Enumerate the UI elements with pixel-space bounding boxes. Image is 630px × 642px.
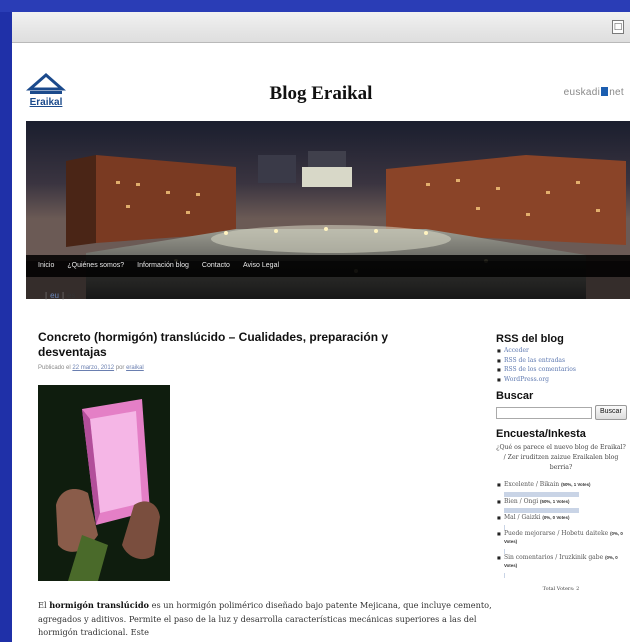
- web-page: Eraikal Blog Eraikal euskadi net Inicio …: [12, 43, 630, 642]
- poll-option-votes: (0%, 0 Votes): [542, 515, 570, 520]
- meta-by: por: [115, 365, 125, 371]
- rss-list: Acceder RSS de las entradas RSS de los c…: [496, 346, 626, 384]
- rss-link-acceder[interactable]: Acceder: [496, 346, 626, 356]
- lang-eu-link[interactable]: eu: [50, 291, 59, 300]
- poll-option-votes: (50%, 1 Votes): [540, 498, 570, 504]
- poll-option: Bien / Ongi (50%, 1 Votes): [496, 497, 626, 513]
- poll-option-label: Bien / Ongi: [504, 497, 539, 505]
- nav-item-informacion-blog[interactable]: Información blog: [137, 255, 189, 277]
- nav-item-inicio[interactable]: Inicio: [38, 255, 54, 277]
- language-switcher: | eu | es: [45, 291, 76, 300]
- nav-item-quienes-somos[interactable]: ¿Quiénes somos?: [67, 255, 124, 277]
- poll-option: Mal / Gaizki (0%, 0 Votes): [496, 514, 626, 530]
- poll-heading: Encuesta/Inkesta: [496, 428, 586, 440]
- poll-option: Sin comentarios / Iruzkinik gabe (0%, 0 …: [496, 554, 626, 578]
- poll-result-bar: [504, 508, 579, 513]
- post-author-link[interactable]: eraikal: [126, 365, 144, 371]
- poll-option-label: Excelente / Bikain: [504, 481, 560, 488]
- post-date-link[interactable]: 22 marzo, 2012: [72, 365, 114, 371]
- page-icon[interactable]: □: [612, 20, 624, 34]
- poll-option-label: Sin comentarios / Iruzkinik gabe: [504, 553, 604, 561]
- euskadinet-logo[interactable]: euskadi net: [564, 87, 624, 98]
- poll-question: ¿Qué os parece el nuevo blog de Eraikal?…: [496, 444, 626, 471]
- body-highlight: hormigón translúcido: [49, 600, 150, 610]
- poll-option-label: Mal / Gaizki: [504, 514, 541, 521]
- partner-left: euskadi: [563, 87, 601, 98]
- post-body: El hormigón translúcido es un hormigón p…: [38, 599, 498, 640]
- poll-option: Puede mejorarse / Hobetu daiteke (0%, 0 …: [496, 530, 626, 554]
- rss-heading: RSS del blog: [496, 333, 564, 345]
- nav-item-contacto[interactable]: Contacto: [202, 255, 230, 277]
- translucent-concrete-photo: [38, 385, 170, 581]
- lang-current[interactable]: es: [67, 291, 75, 300]
- rss-link-comentarios[interactable]: RSS de los comentarios: [496, 365, 626, 375]
- meta-prefix: Publicado el: [38, 365, 71, 371]
- site-title[interactable]: Blog Eraikal: [12, 83, 630, 105]
- rss-link-entradas[interactable]: RSS de las entradas: [496, 356, 626, 366]
- window-frame: [0, 0, 630, 12]
- rss-link-wordpress[interactable]: WordPress.org: [496, 375, 626, 385]
- search-form: Buscar: [496, 405, 627, 420]
- poll-result-bar: [504, 491, 579, 497]
- post-title[interactable]: Concreto (hormigón) translúcido – Cualid…: [38, 330, 432, 360]
- nav-item-aviso-legal[interactable]: Aviso Legal: [243, 255, 279, 277]
- search-heading: Buscar: [496, 390, 534, 402]
- main-nav: Inicio ¿Quiénes somos? Información blog …: [26, 255, 630, 277]
- square-icon: [601, 87, 609, 96]
- poll-result-bar: [504, 572, 505, 578]
- browser-toolbar: □: [12, 12, 630, 43]
- poll-option: Excelente / Bikain (50%, 1 Votes): [496, 481, 626, 497]
- search-button[interactable]: Buscar: [595, 405, 627, 420]
- sidebar: RSS del blog Acceder RSS de las entradas…: [496, 333, 627, 592]
- post-meta: Publicado el 22 marzo, 2012 por eraikal: [38, 365, 144, 371]
- poll-total-voters: Total Voters: 2: [542, 585, 580, 592]
- partner-right: net: [609, 87, 624, 98]
- poll-option-votes: (50%, 1 Votes): [561, 482, 591, 487]
- poll-option-label: Puede mejorarse / Hobetu daiteke: [504, 529, 609, 537]
- body-intro: El: [38, 600, 50, 610]
- search-input[interactable]: [496, 406, 592, 419]
